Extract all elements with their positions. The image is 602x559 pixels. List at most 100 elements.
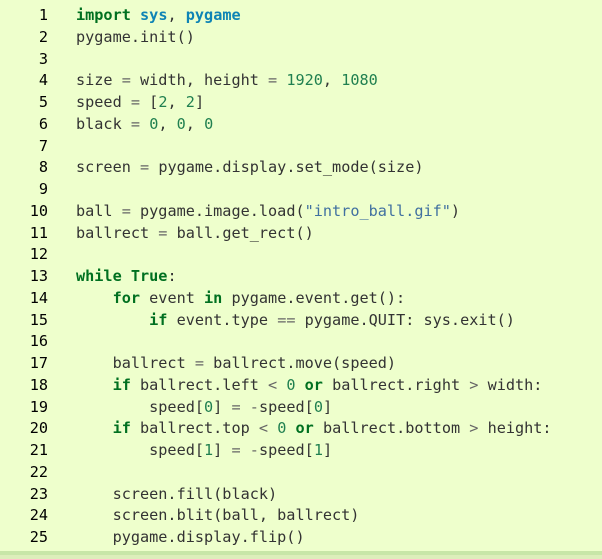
code-token: , [322,71,342,90]
code-token: pygame [185,6,241,24]
code-text: ballrect = ballrect.move(speed) [76,353,397,375]
code-token: 0 [277,419,287,438]
code-token: width, height [130,71,269,90]
code-token: ballrect.move(speed) [204,354,397,372]
code-token: 0 [204,397,214,416]
code-text: screen.fill(black) [76,484,278,506]
line-number: 4 [38,71,48,90]
code-token: = [121,71,131,90]
code-token: - [249,397,259,416]
line-number: 6 [38,114,48,133]
code-text: black = 0, 0, 0 [76,114,213,136]
code-token: ballrect [76,354,195,372]
code-token: size [76,71,122,90]
code-text: pygame.display.flip() [76,527,305,549]
code-token: in [204,288,223,307]
code-token: 0 [149,114,159,133]
code-line: 25 pygame.display.flip() [0,527,602,549]
code-token: 1 [204,441,214,459]
code-token: pygame.display.set_mode(size) [149,158,424,177]
code-token: event.type [167,310,278,329]
code-token: import [76,6,131,24]
code-text: speed = [2, 2] [76,92,204,114]
code-token: for [112,288,141,307]
line-number: 20 [29,419,48,438]
code-token: speed[ [258,441,314,459]
code-token: ] [213,441,232,459]
code-token: = [231,397,241,416]
code-token: = [130,93,141,111]
code-line: 15 if event.type == pygame.QUIT: sys.exi… [0,310,602,332]
code-text: while True: [76,266,177,288]
code-line: 12 [0,244,602,266]
code-token: 1 [313,441,323,459]
code-token: ] [322,441,333,459]
code-token: [ [140,93,159,111]
code-text: size = width, height = 1920, 1080 [76,70,378,92]
code-text: if ballrect.left < 0 or ballrect.right >… [76,375,543,397]
line-number: 12 [29,245,48,264]
code-text: if ballrect.top < 0 or ballrect.bottom >… [76,418,552,440]
code-token: ballrect.top [130,419,259,438]
code-token: 0 [313,397,323,416]
code-line: 6 black = 0, 0, 0 [0,114,602,136]
code-token: or [295,419,314,438]
code-text: ballrect = ball.get_rect() [76,223,314,245]
code-token: black [76,114,131,133]
code-token: = [140,158,150,177]
code-token: 0 [176,114,186,133]
code-token: , [167,6,186,24]
code-token: ball.get_rect() [167,223,314,242]
code-line: 4 size = width, height = 1920, 1080 [0,70,602,92]
code-token: True [130,267,168,285]
code-token: if [112,375,131,394]
code-token: ballrect.right [322,375,470,394]
code-line: 16 [0,331,602,353]
code-token: pygame.display.flip() [76,528,305,546]
code-token: , [167,93,186,111]
code-token: = [121,201,131,220]
code-token: = [231,441,241,459]
line-number: 1 [38,6,48,24]
code-token: = [268,71,278,90]
code-text: speed[1] = -speed[1] [76,440,332,462]
code-token: 0 [204,114,214,133]
code-token: speed [76,93,131,111]
code-token: ballrect.bottom [313,419,470,438]
code-token: width: [478,375,543,394]
code-token: while [76,267,122,285]
code-token: 2 [185,93,195,111]
line-number: 17 [29,354,48,372]
code-token: screen [76,158,141,177]
code-line: 3 [0,49,602,71]
line-number: 19 [29,397,48,416]
line-number: 9 [38,180,48,198]
line-number: 10 [29,201,48,220]
code-token: pygame.QUIT: sys.exit() [295,310,515,329]
code-line: 1 import sys, pygame [0,5,602,27]
code-line: 9 [0,179,602,201]
code-text: import sys, pygame [76,5,241,27]
code-line: 7 [0,136,602,158]
line-number: 18 [29,375,48,394]
line-number: 22 [29,462,48,481]
code-line: 11 ballrect = ball.get_rect() [0,223,602,245]
code-token: ) [450,201,461,220]
code-token: ] [194,93,205,111]
code-token: ] [213,397,232,416]
code-token: event [140,288,205,307]
line-number: 8 [38,158,48,177]
code-line: 20 if ballrect.top < 0 or ballrect.botto… [0,418,602,440]
code-token: 0 [286,375,296,394]
code-token: or [304,375,323,394]
line-number: 11 [29,223,48,242]
line-number: 5 [38,93,48,111]
code-line: 24 screen.blit(ball, ballrect) [0,505,602,527]
